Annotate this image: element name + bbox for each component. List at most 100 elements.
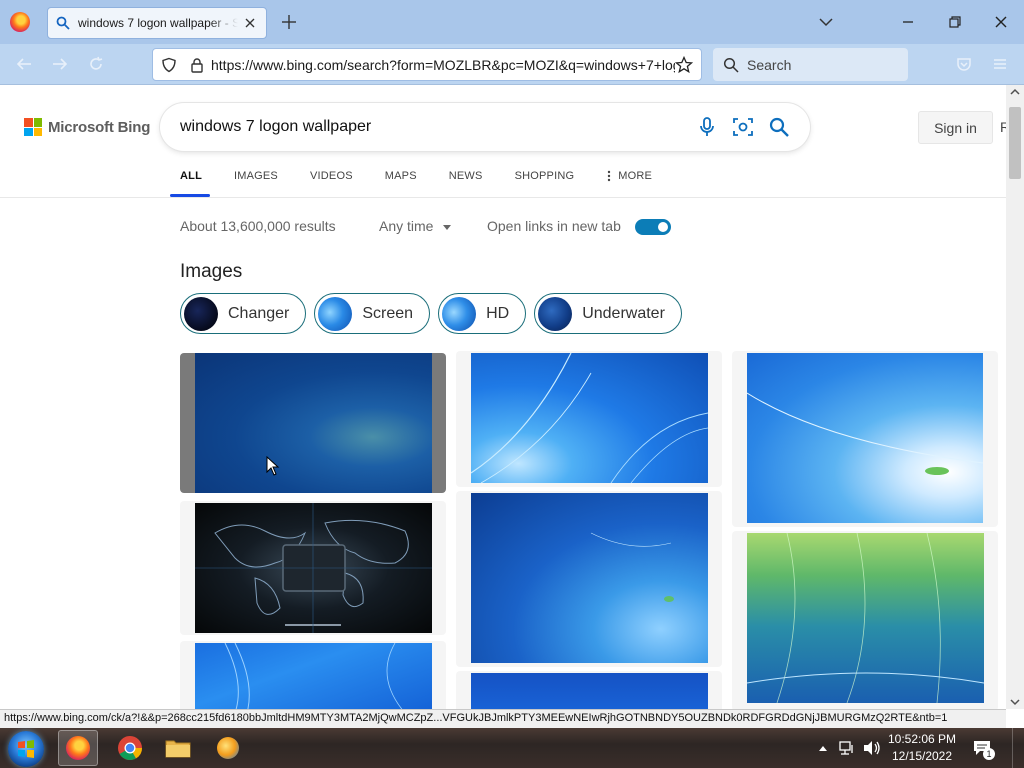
- taskbar-explorer[interactable]: [158, 730, 198, 766]
- scroll-down-arrow-icon[interactable]: [1006, 695, 1024, 709]
- taskbar-firefox[interactable]: [58, 730, 98, 766]
- clock-date: 12/15/2022: [891, 749, 953, 763]
- visual-search-icon[interactable]: [732, 116, 754, 138]
- address-bar[interactable]: https://www.bing.com/search?form=MOZLBR&…: [152, 48, 702, 81]
- search-placeholder: Search: [747, 56, 792, 73]
- chip-label: Screen: [362, 304, 414, 322]
- scope-maps[interactable]: MAPS: [385, 169, 417, 183]
- browser-titlebar: windows 7 logon wallpaper - Search: [0, 0, 1024, 44]
- lock-icon[interactable]: [189, 57, 205, 73]
- search-icon: [723, 57, 739, 73]
- microphone-icon[interactable]: [696, 116, 718, 138]
- light-swirl-icon: [590, 532, 674, 602]
- restore-icon[interactable]: [945, 12, 965, 32]
- caret-down-icon: [443, 224, 452, 230]
- chip-changer[interactable]: Changer: [180, 293, 307, 334]
- taskbar-clock[interactable]: 10:52:06 PM 12/15/2022: [882, 731, 962, 765]
- folder-icon: [165, 740, 191, 758]
- bing-search-box[interactable]: windows 7 logon wallpaper: [160, 103, 810, 151]
- image-result-thumbnail[interactable]: [195, 503, 432, 633]
- tab-title: windows 7 logon wallpaper - Search: [78, 16, 238, 30]
- close-tab-icon[interactable]: [242, 15, 258, 31]
- light-swirl-icon: [747, 392, 983, 475]
- vertical-scrollbar[interactable]: [1006, 85, 1024, 709]
- scopes-divider: [0, 197, 1006, 198]
- start-button[interactable]: [8, 731, 44, 767]
- scrollbar-thumb[interactable]: [1009, 107, 1021, 179]
- minimize-icon[interactable]: [898, 12, 918, 32]
- scope-images[interactable]: IMAGES: [234, 169, 278, 183]
- light-swirl-icon: [224, 643, 403, 709]
- chrome-icon: [118, 736, 142, 761]
- pocket-icon[interactable]: [955, 55, 973, 73]
- mouse-cursor-icon: [266, 456, 280, 476]
- related-chips: Changer Screen HD Underwater: [180, 293, 690, 334]
- chip-hd[interactable]: HD: [438, 293, 527, 334]
- bing-logo[interactable]: Microsoft Bing: [24, 118, 150, 136]
- browser-tab-active[interactable]: windows 7 logon wallpaper - Search: [47, 7, 267, 39]
- scroll-up-arrow-icon[interactable]: [1006, 85, 1024, 99]
- browser-search-field[interactable]: Search: [713, 48, 908, 81]
- time-filter-dropdown[interactable]: Any time: [379, 218, 452, 234]
- search-submit-icon[interactable]: [768, 116, 790, 138]
- network-icon[interactable]: [838, 739, 856, 757]
- windows-taskbar: 10:52:06 PM 12/15/2022 1: [0, 728, 1024, 768]
- search-query-input[interactable]: windows 7 logon wallpaper: [180, 118, 682, 136]
- microsoft-logo-icon: [24, 118, 42, 136]
- image-result-thumbnail[interactable]: [747, 533, 984, 703]
- close-window-icon[interactable]: [991, 12, 1011, 32]
- image-result-thumbnail[interactable]: [471, 353, 708, 483]
- scope-videos[interactable]: VIDEOS: [310, 169, 353, 183]
- scope-more-label: MORE: [618, 170, 653, 182]
- page-content: Microsoft Bing windows 7 logon wallpaper…: [0, 85, 1006, 709]
- chip-thumbnail: [442, 296, 477, 331]
- chip-label: Underwater: [582, 304, 665, 322]
- chip-screen[interactable]: Screen: [314, 293, 431, 334]
- chip-underwater[interactable]: Underwater: [534, 293, 682, 334]
- image-result-thumbnail[interactable]: [471, 493, 708, 663]
- chip-label: HD: [486, 304, 510, 322]
- notification-count-badge: 1: [983, 748, 995, 760]
- image-result-thumbnail[interactable]: [195, 353, 432, 493]
- scope-news[interactable]: NEWS: [449, 169, 483, 183]
- action-center-icon[interactable]: 1: [972, 739, 995, 760]
- search-scopes: ALL IMAGES VIDEOS MAPS NEWS SHOPPING MOR…: [180, 169, 684, 197]
- brand-name: Microsoft Bing: [48, 118, 151, 136]
- image-result-thumbnail[interactable]: [747, 353, 983, 523]
- bookmark-star-icon[interactable]: [675, 55, 693, 74]
- reload-icon[interactable]: [87, 55, 105, 73]
- hamburger-menu-icon[interactable]: [991, 55, 1009, 73]
- firefox-icon: [66, 736, 90, 760]
- volume-icon[interactable]: [862, 739, 882, 757]
- scope-shopping[interactable]: SHOPPING: [515, 169, 575, 183]
- url-text: https://www.bing.com/search?form=MOZLBR&…: [211, 56, 675, 73]
- light-swirl-icon: [471, 353, 708, 483]
- image-result-thumbnail[interactable]: [471, 673, 708, 709]
- show-desktop-button[interactable]: [1012, 728, 1024, 768]
- media-player-icon: [217, 737, 239, 759]
- scope-more[interactable]: MORE: [606, 169, 652, 183]
- taskbar-media-player[interactable]: [208, 730, 248, 766]
- browser-navbar: https://www.bing.com/search?form=MOZLBR&…: [0, 44, 1024, 85]
- back-arrow-icon[interactable]: [15, 55, 33, 73]
- open-links-label: Open links in new tab: [487, 218, 621, 234]
- open-links-toggle[interactable]: [635, 219, 671, 235]
- time-filter-label: Any time: [379, 218, 434, 234]
- new-tab-icon[interactable]: [280, 13, 298, 31]
- chip-thumbnail: [184, 296, 218, 331]
- images-heading[interactable]: Images: [180, 261, 242, 283]
- shield-icon[interactable]: [161, 57, 177, 73]
- chevron-down-icon[interactable]: [818, 15, 834, 29]
- result-count: About 13,600,000 results: [180, 218, 336, 234]
- world-map-icon: [195, 503, 432, 633]
- taskbar-chrome[interactable]: [110, 730, 150, 766]
- windows-logo-icon: [18, 740, 34, 758]
- firefox-menu-icon[interactable]: [10, 12, 30, 32]
- sign-in-button[interactable]: Sign in: [918, 111, 993, 144]
- tray-overflow-icon[interactable]: [818, 744, 828, 752]
- scope-all[interactable]: ALL: [180, 169, 202, 183]
- image-result-thumbnail[interactable]: [195, 643, 432, 709]
- light-swirl-icon: [747, 533, 984, 703]
- chip-thumbnail: [538, 296, 573, 331]
- forward-arrow-icon[interactable]: [51, 55, 69, 73]
